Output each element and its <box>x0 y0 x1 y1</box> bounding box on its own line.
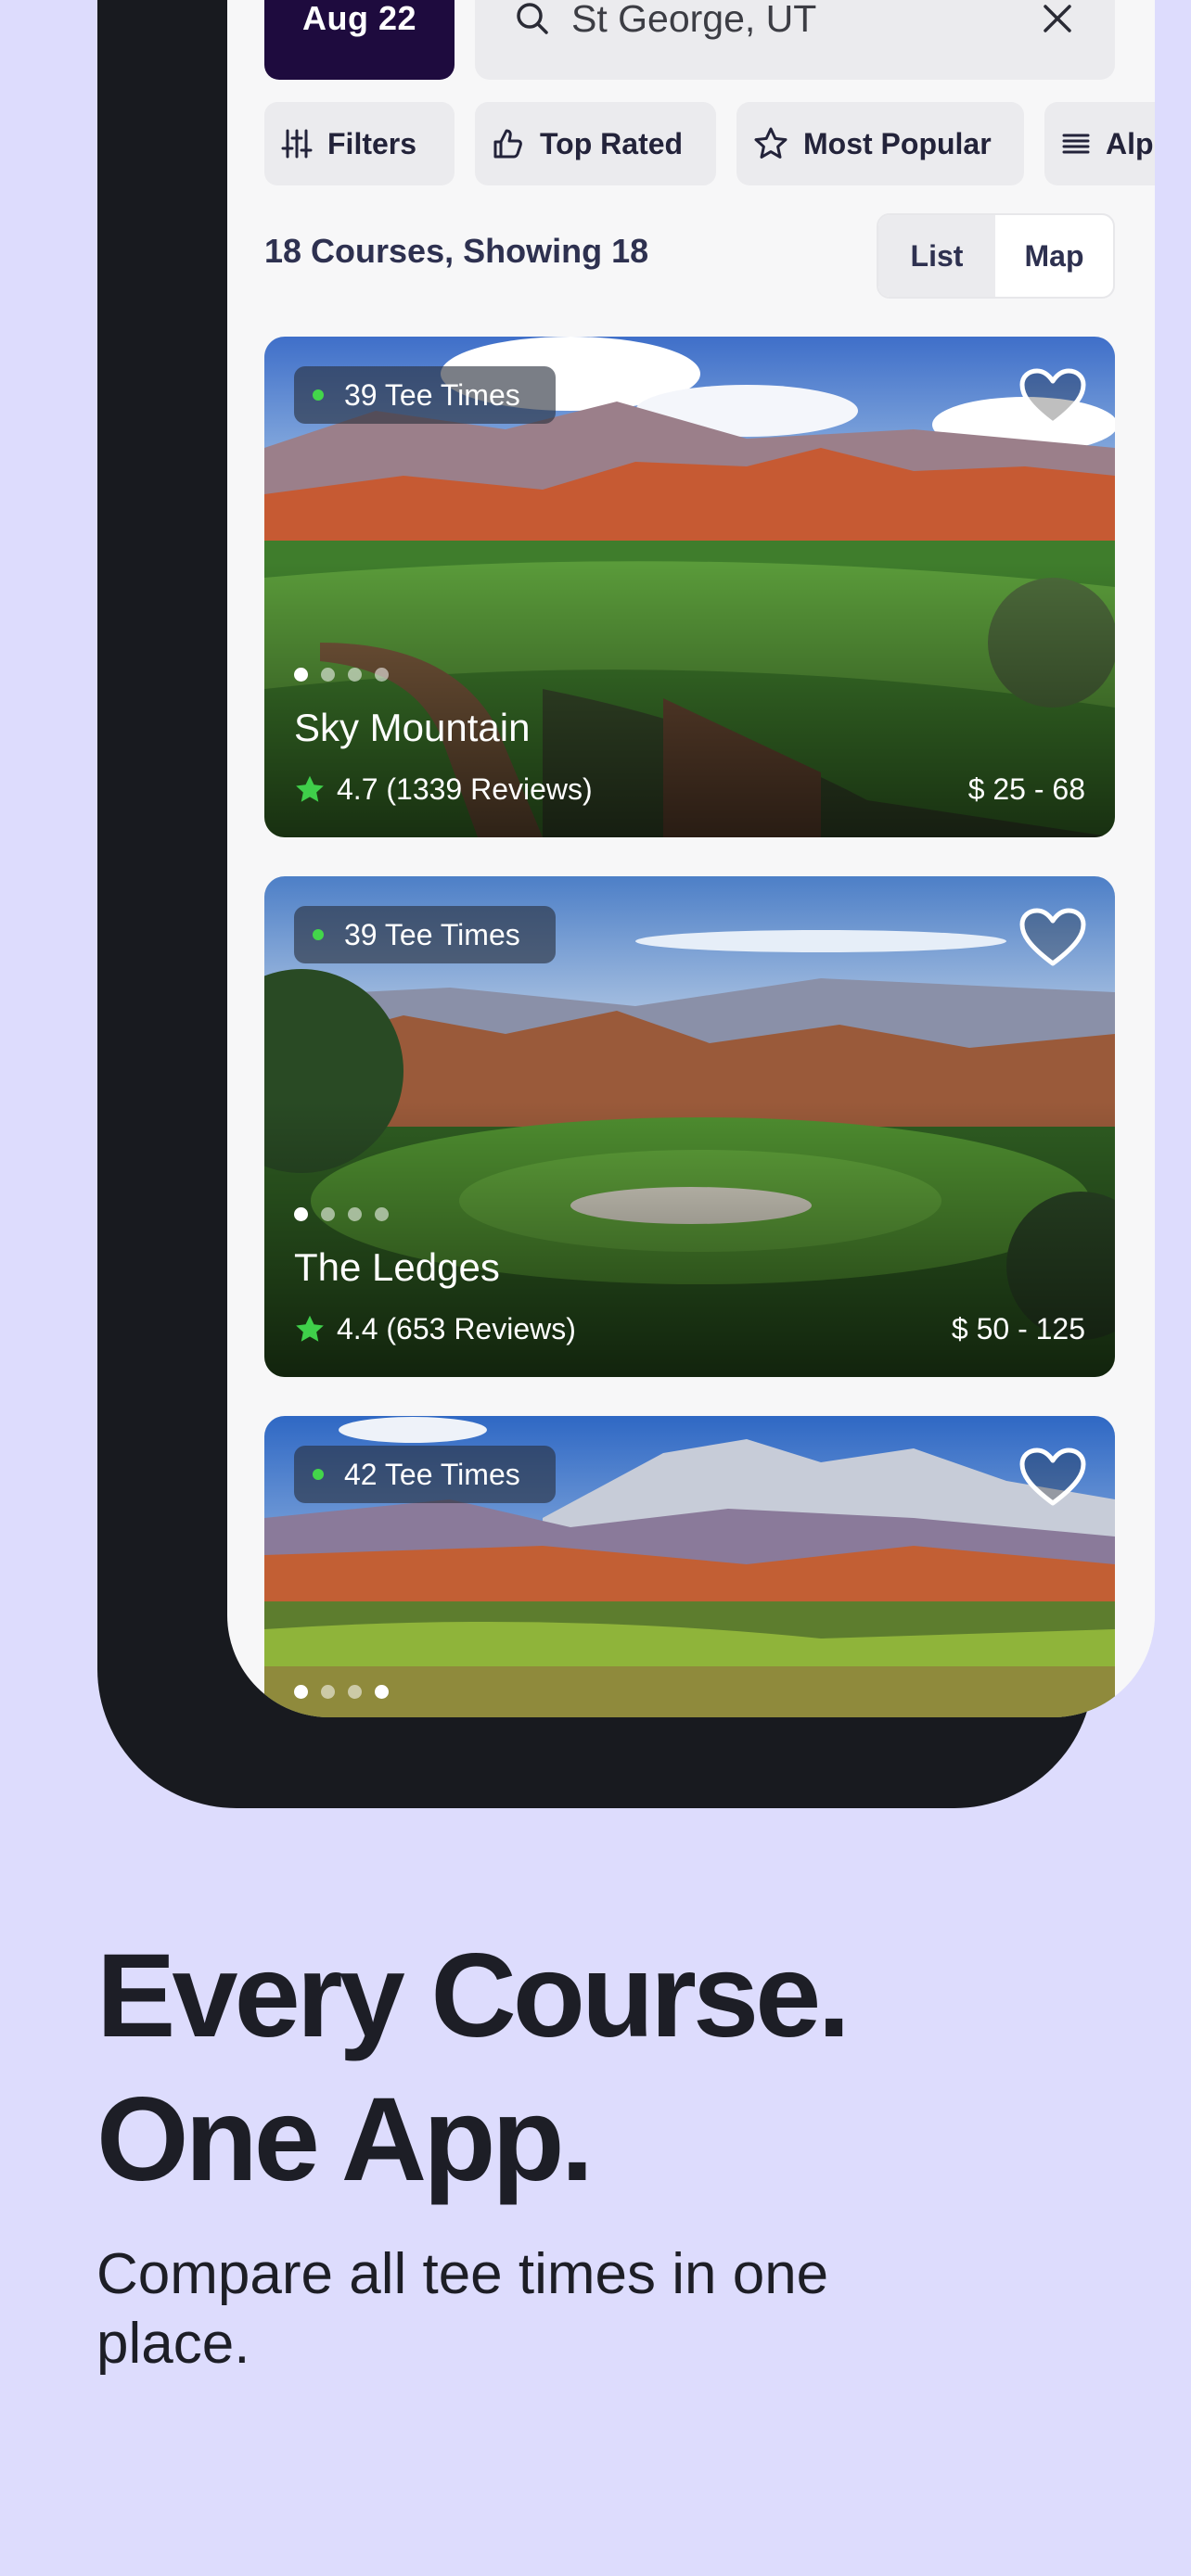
course-card[interactable]: 39 Tee Times The Ledges 4.4 (653 Reviews… <box>264 876 1115 1377</box>
filter-chip-label: Filters <box>327 126 417 160</box>
star-icon <box>296 775 324 802</box>
course-rating: 4.4 (653 Reviews) <box>294 1312 576 1346</box>
filter-chip-label: Alp <box>1106 126 1154 160</box>
availability-dot <box>313 389 324 401</box>
star-outline-icon <box>754 127 788 159</box>
tee-times-count: 42 Tee Times <box>344 1457 520 1491</box>
rating-text: 4.7 (1339 Reviews) <box>337 772 593 806</box>
list-icon <box>1062 134 1090 154</box>
map-view-button[interactable]: Map <box>995 215 1113 297</box>
location-search-field[interactable]: St George, UT <box>475 0 1115 80</box>
price-range: $ 25 - 68 <box>967 772 1085 806</box>
tee-times-badge: 39 Tee Times <box>294 906 556 963</box>
phone-frame: Aug 22 St George, UT Filters Top Rated M… <box>97 0 1155 1808</box>
price-range: $ 50 - 125 <box>951 1312 1085 1345</box>
course-name: The Ledges <box>294 1245 500 1289</box>
photo-carousel-dots <box>294 1685 389 1699</box>
marketing-headline: Every Course. One App. <box>96 1924 851 2212</box>
favorite-heart-icon[interactable] <box>1018 368 1087 429</box>
favorite-heart-icon[interactable] <box>1018 908 1087 969</box>
tee-times-count: 39 Tee Times <box>344 917 520 951</box>
view-toggle: List Map <box>877 213 1115 299</box>
star-icon <box>296 1315 324 1342</box>
availability-dot <box>313 1469 324 1480</box>
photo-carousel-dots <box>294 668 389 682</box>
photo-carousel-dots <box>294 1207 389 1221</box>
sliders-icon <box>281 129 313 159</box>
tee-times-count: 39 Tee Times <box>344 377 520 412</box>
filter-chip-label: Most Popular <box>803 126 992 160</box>
thumbs-up-icon <box>493 129 522 159</box>
headline-line-1: Every Course. <box>96 1930 851 2062</box>
search-input-value[interactable]: St George, UT <box>571 0 816 80</box>
favorite-heart-icon[interactable] <box>1018 1447 1087 1509</box>
list-view-button[interactable]: List <box>878 215 995 297</box>
rating-text: 4.4 (653 Reviews) <box>337 1312 576 1345</box>
search-icon <box>517 3 548 34</box>
headline-line-2: One App. <box>96 2073 594 2206</box>
filter-chip-most-popular[interactable]: Most Popular <box>736 102 1024 185</box>
tee-times-badge: 39 Tee Times <box>294 366 556 424</box>
course-card[interactable]: 42 Tee Times <box>264 1416 1115 1717</box>
course-card[interactable]: 39 Tee Times Sky Mountain 4.7 (1339 Revi… <box>264 337 1115 837</box>
date-selector-button[interactable]: Aug 22 <box>264 0 455 80</box>
marketing-subtext: Compare all tee times in one place. <box>96 2242 829 2376</box>
app-screen: Aug 22 St George, UT Filters Top Rated M… <box>227 0 1155 1717</box>
results-summary: 18 Courses, Showing 18 <box>264 232 649 270</box>
filter-chip-filters[interactable]: Filters <box>264 102 455 185</box>
date-label: Aug 22 <box>301 0 417 37</box>
course-name: Sky Mountain <box>294 706 531 749</box>
course-rating: 4.7 (1339 Reviews) <box>294 772 593 807</box>
filter-chip-alphabetical[interactable]: Alp <box>1044 102 1155 185</box>
filter-chip-top-rated[interactable]: Top Rated <box>475 102 716 185</box>
clear-search-icon[interactable] <box>1039 0 1076 37</box>
filter-chip-label: Top Rated <box>540 126 684 160</box>
availability-dot <box>313 929 324 940</box>
tee-times-badge: 42 Tee Times <box>294 1446 556 1503</box>
